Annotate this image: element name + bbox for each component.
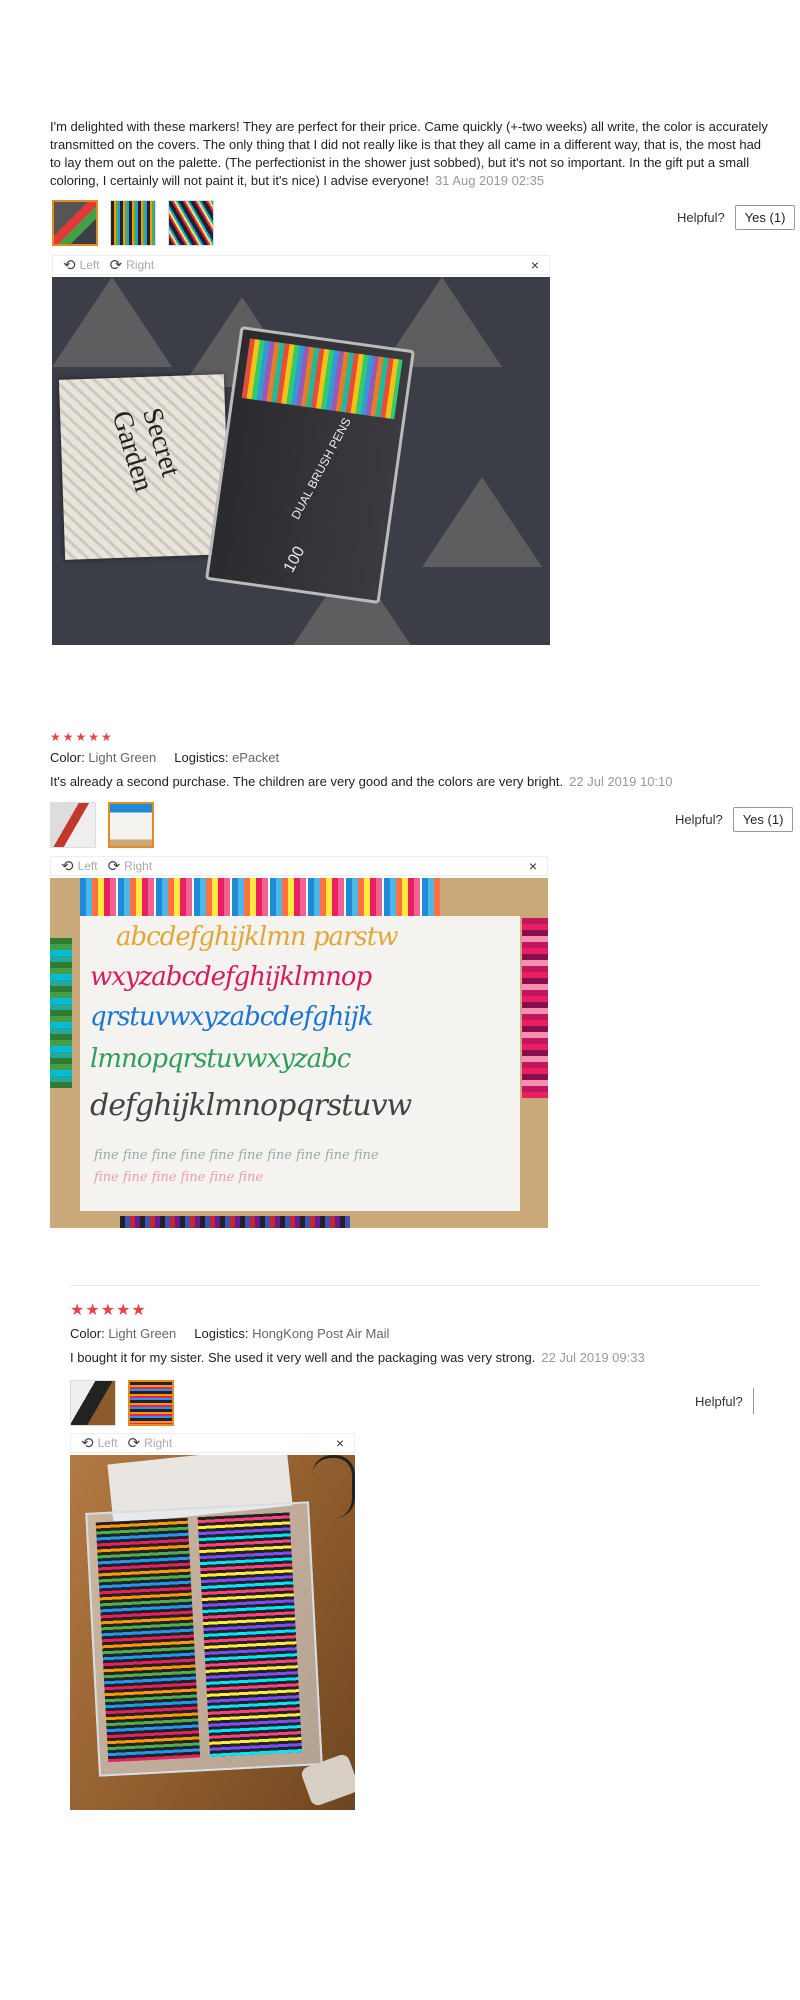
rotate-right-icon: ⟳ (107, 858, 121, 875)
review-3: ★★★★★ Color: Light Green Logistics: HongK… (70, 1300, 770, 1367)
rating-stars: ★★★★★ (50, 730, 114, 744)
rotate-right-icon: ⟳ (109, 257, 123, 274)
review-date: 22 Jul 2019 09:33 (541, 1350, 645, 1365)
review-body: I bought it for my sister. She used it v… (70, 1350, 536, 1365)
rating-stars: ★★★★★ (70, 1302, 147, 1319)
review-photo-thumbnail[interactable] (50, 802, 96, 848)
review-body: It's already a second purchase. The chil… (50, 774, 564, 789)
helpful-yes-button-edge[interactable] (752, 1388, 756, 1414)
review-1: I'm delighted with these markers! They a… (50, 118, 770, 190)
image-viewer-toolbar: ⟲ Left ⟳ Right × (50, 856, 548, 876)
helpful-yes-button[interactable]: Yes (1) (732, 807, 794, 832)
rotate-left-icon: ⟲ (61, 858, 74, 875)
review-divider (70, 1285, 760, 1286)
review-meta: Color: Light Green Logistics: HongKong Po… (70, 1326, 390, 1341)
helpful-section: Helpful? Yes (1) (677, 205, 796, 230)
review-photo-thumbnail[interactable] (110, 200, 156, 246)
close-icon[interactable]: × (531, 257, 539, 273)
review-1-thumbnails (52, 200, 214, 246)
rotate-left-button[interactable]: ⟲ Left (61, 857, 98, 875)
review-photo-thumbnail[interactable] (128, 1380, 174, 1426)
rotate-left-button[interactable]: ⟲ Left (63, 256, 100, 274)
helpful-section: Helpful? Yes (1) (675, 807, 794, 832)
helpful-label: Helpful? (675, 812, 723, 827)
review-photo-thumbnail[interactable] (70, 1380, 116, 1426)
rotate-right-button[interactable]: ⟳ Right (128, 1434, 173, 1452)
review-date: 31 Aug 2019 02:35 (434, 173, 545, 188)
rotate-right-button[interactable]: ⟳ Right (108, 857, 153, 875)
close-icon[interactable]: × (529, 858, 537, 874)
lettering-paper: abcdefghijklmn parstw wxyzabcdefghijklmn… (80, 916, 520, 1211)
helpful-label: Helpful? (677, 210, 725, 225)
review-text: It's already a second purchase. The chil… (50, 773, 770, 791)
rotate-right-icon: ⟳ (127, 1435, 141, 1452)
close-icon[interactable]: × (336, 1435, 344, 1451)
review-meta: Color: Light Green Logistics: ePacket (50, 750, 280, 765)
helpful-label: Helpful? (695, 1393, 743, 1409)
marker-box: DUAL BRUSH PENS 100 (205, 325, 415, 605)
helpful-yes-button[interactable]: Yes (1) (734, 205, 796, 230)
coloring-book: Secret Garden (58, 374, 231, 560)
review-photo-large: abcdefghijklmn parstw wxyzabcdefghijklmn… (50, 878, 548, 1228)
review-text: I bought it for my sister. She used it v… (70, 1349, 770, 1367)
review-2-thumbnails (50, 802, 154, 848)
review-text: I'm delighted with these markers! They a… (50, 118, 770, 190)
marker-case (85, 1501, 323, 1777)
review-body: I'm delighted with these markers! They a… (50, 119, 768, 188)
image-viewer-toolbar: ⟲ Left ⟳ Right × (70, 1433, 355, 1453)
review-2: ★★★★★ Color: Light Green Logistics: ePack… (50, 730, 770, 791)
review-3-thumbnails (70, 1380, 174, 1426)
review-photo-thumbnail[interactable] (52, 200, 98, 246)
rotate-right-button[interactable]: ⟳ Right (110, 256, 155, 274)
review-photo-thumbnail[interactable] (168, 200, 214, 246)
rotate-left-icon: ⟲ (81, 1435, 94, 1452)
image-viewer-toolbar: ⟲ Left ⟳ Right × (52, 255, 550, 275)
rotate-left-button[interactable]: ⟲ Left (81, 1434, 118, 1452)
helpful-section: Helpful? (695, 1388, 756, 1414)
rotate-left-icon: ⟲ (63, 257, 76, 274)
review-photo-large (70, 1455, 355, 1810)
review-photo-thumbnail[interactable] (108, 802, 154, 848)
review-date: 22 Jul 2019 10:10 (569, 774, 673, 789)
review-photo-large: Secret Garden DUAL BRUSH PENS 100 (52, 277, 550, 645)
